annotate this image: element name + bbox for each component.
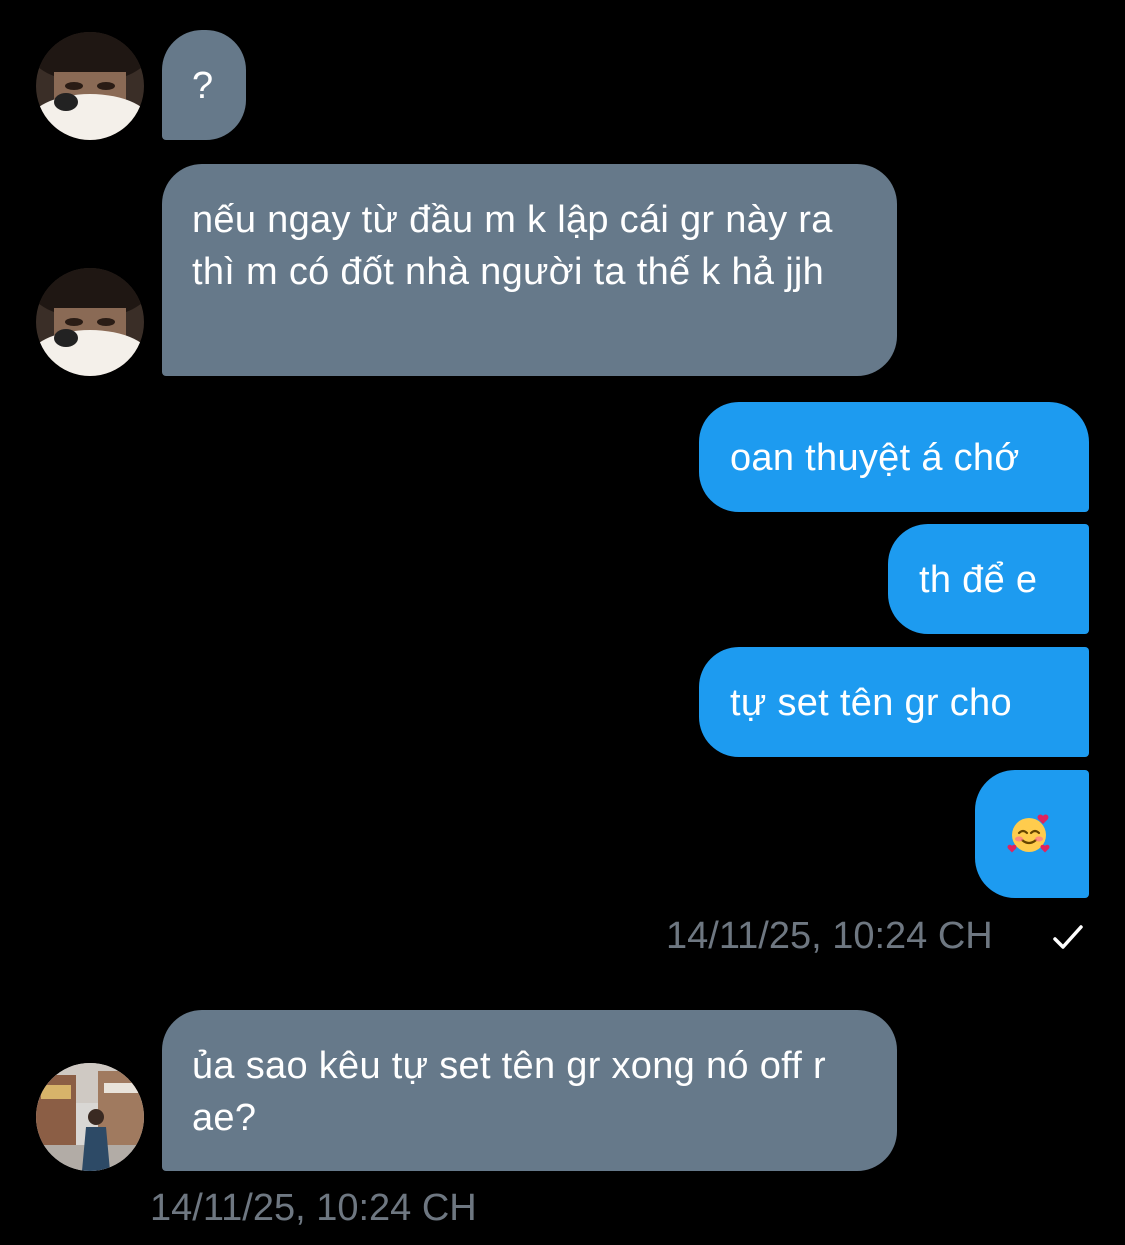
message-bubble-incoming[interactable]: ? — [162, 30, 246, 140]
message-bubble-incoming[interactable]: nếu ngay từ đầu m k lập cái gr này ra th… — [162, 164, 897, 376]
message-bubble-outgoing[interactable]: th để e — [888, 524, 1089, 634]
message-timestamp: 14/11/25, 10:24 CH — [150, 1187, 477, 1229]
smiling-face-with-hearts-icon — [1007, 814, 1050, 853]
message-bubble-incoming[interactable]: ủa sao kêu tự set tên gr xong nó off r a… — [162, 1010, 897, 1171]
message-text: tự set tên gr cho — [730, 682, 1012, 724]
avatar-photo — [36, 1063, 144, 1171]
message-text: th để e — [919, 559, 1038, 601]
sender-avatar[interactable] — [36, 1063, 144, 1171]
message-text: oan thuyệt á chớ — [730, 437, 1020, 479]
checkmark-icon — [1053, 925, 1083, 949]
message-text: nếu ngay từ đầu m k lập cái gr này ra th… — [192, 199, 833, 293]
message-text: ủa sao kêu tự set tên gr xong nó off r a… — [192, 1045, 826, 1139]
avatar-photo — [36, 268, 144, 376]
message-bubble-outgoing[interactable]: tự set tên gr cho — [699, 647, 1089, 757]
avatar-photo — [36, 32, 144, 140]
message-timestamp: 14/11/25, 10:24 CH — [666, 915, 993, 957]
message-bubble-outgoing[interactable] — [975, 770, 1089, 898]
sender-avatar[interactable] — [36, 32, 144, 140]
message-bubble-outgoing[interactable]: oan thuyệt á chớ — [699, 402, 1089, 512]
sender-avatar[interactable] — [36, 268, 144, 376]
message-text: ? — [192, 65, 214, 107]
